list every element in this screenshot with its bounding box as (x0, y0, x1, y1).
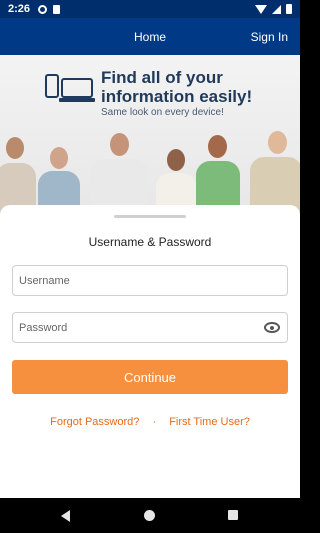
login-sheet: Username & Password Continue Forgot Pass… (0, 205, 300, 498)
username-field (12, 265, 288, 296)
login-links: Forgot Password? · First Time User? (0, 416, 300, 428)
hero-subtitle: Same look on every device! (101, 107, 224, 118)
status-bar: 2:26 (0, 0, 300, 18)
status-right-icons (255, 4, 292, 14)
wifi-icon (255, 4, 267, 14)
battery-icon (286, 4, 292, 14)
sheet-drag-handle[interactable] (114, 215, 186, 218)
sim-card-icon (53, 4, 61, 14)
password-input[interactable] (13, 313, 287, 342)
devices-icon (45, 74, 95, 102)
hero-title: Find all of your information easily! (101, 68, 253, 106)
login-heading: Username & Password (88, 235, 212, 249)
link-separator: · (152, 416, 157, 428)
people-photo (0, 130, 300, 215)
person-figure (90, 133, 148, 215)
continue-button[interactable]: Continue (12, 360, 288, 394)
password-field (12, 312, 288, 343)
person-figure (250, 131, 300, 215)
recent-apps-icon[interactable] (228, 510, 238, 520)
home-circle-icon[interactable] (144, 510, 155, 521)
nav-home-link[interactable]: Home (134, 30, 166, 44)
first-time-user-link[interactable]: First Time User? (169, 416, 250, 428)
top-nav-bar: Home Sign In (0, 18, 300, 55)
person-figure (196, 135, 240, 215)
person-figure (0, 137, 36, 215)
eye-icon[interactable] (264, 322, 280, 333)
back-icon[interactable] (61, 510, 70, 522)
username-input[interactable] (13, 266, 287, 295)
status-time: 2:26 (8, 3, 31, 15)
hero-banner: Find all of your information easily! Sam… (0, 55, 300, 215)
nav-signin-link[interactable]: Sign In (251, 30, 288, 44)
signal-icon (272, 4, 281, 14)
forgot-password-link[interactable]: Forgot Password? (50, 416, 139, 428)
gear-icon (38, 4, 48, 14)
status-left-icons (38, 4, 61, 14)
android-nav-bar (0, 498, 300, 533)
